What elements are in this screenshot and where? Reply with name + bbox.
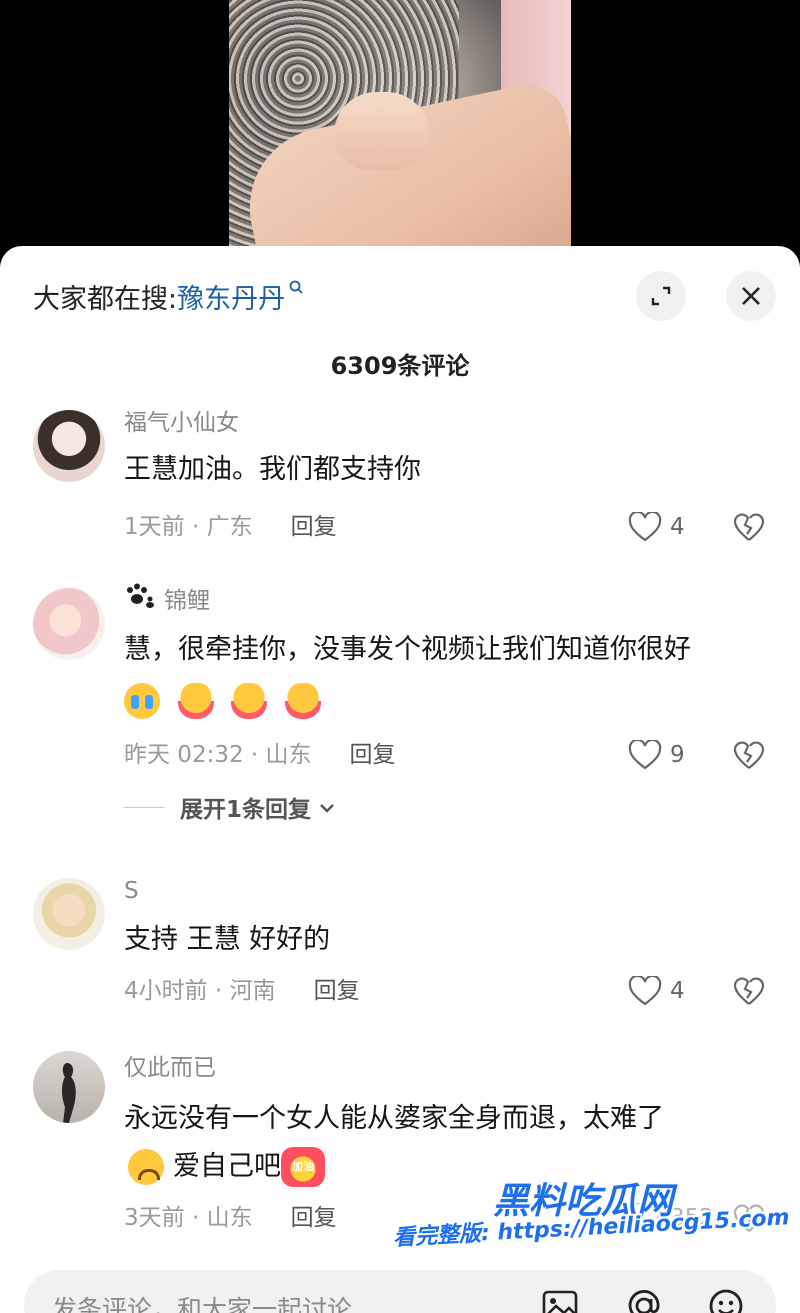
- broken-heart-icon: [733, 977, 765, 1005]
- broken-heart-icon: [733, 513, 765, 541]
- like-button[interactable]: 4: [628, 510, 685, 544]
- comment-input-bar[interactable]: 发条评论，和大家一起讨论: [24, 1270, 776, 1313]
- avatar[interactable]: [33, 1051, 105, 1123]
- chevron-down-icon: [319, 794, 335, 820]
- avatar[interactable]: [33, 410, 105, 482]
- comment-text-line2: 爱自己吧: [173, 1151, 281, 1182]
- hug-emoji-icon: [177, 682, 214, 719]
- comment-time-location: 4小时前 · 河南: [124, 978, 276, 1004]
- hug-emoji-icon: [231, 682, 268, 719]
- image-icon[interactable]: [540, 1286, 580, 1313]
- comment-username[interactable]: 锦鲤: [164, 584, 210, 618]
- comment-text: 慧，很牵挂你，没事发个视频让我们知道你很好: [124, 634, 691, 665]
- emoji-icon[interactable]: [706, 1286, 746, 1313]
- dislike-button[interactable]: [733, 510, 765, 544]
- comment-time-location: 1天前 · 广东: [124, 514, 253, 540]
- comment-item: S 支持 王慧 好好的 4小时前 · 河南 回复 4: [0, 874, 800, 1024]
- comment-meta: 昨天 02:32 · 山东 回复: [124, 738, 396, 772]
- comment-text: 支持 王慧 好好的: [124, 924, 331, 955]
- comment-text: 永远没有一个女人能从婆家全身而退，太难了: [124, 1103, 664, 1134]
- search-prefix: 大家都在搜:: [33, 283, 178, 315]
- like-count: 9: [670, 742, 685, 768]
- video-frame: [229, 0, 571, 262]
- avatar[interactable]: [33, 878, 105, 950]
- divider: [124, 806, 164, 808]
- comment-time-location: 3天前 · 山东: [124, 1205, 253, 1231]
- silhouette: [62, 1063, 76, 1123]
- comment-text: 王慧加油。我们都支持你: [124, 454, 421, 485]
- heart-icon: [628, 976, 662, 1006]
- comment-meta: 3天前 · 山东 回复: [124, 1201, 337, 1235]
- search-term[interactable]: 豫东丹丹: [177, 277, 285, 316]
- video-baby-hand: [334, 92, 429, 170]
- comment-meta: 1天前 · 广东 回复: [124, 510, 337, 544]
- comment-meta: 4小时前 · 河南 回复: [124, 974, 360, 1008]
- heart-icon: [628, 740, 662, 770]
- crying-emoji-icon: [124, 682, 160, 719]
- search-icon: [289, 278, 303, 299]
- dislike-button[interactable]: [733, 974, 765, 1008]
- jiayou-sticker-icon: 加油: [281, 1147, 325, 1187]
- comment-item: 锦鲤 慧，很牵挂你，没事发个视频让我们知道你很好 昨天 02:32 · 山东 回…: [0, 583, 800, 834]
- reply-button[interactable]: 回复: [350, 738, 396, 772]
- comment-input[interactable]: 发条评论，和大家一起讨论: [52, 1290, 352, 1313]
- fullscreen-button[interactable]: [636, 271, 686, 321]
- expand-replies-label: 展开1条回复: [180, 797, 312, 823]
- reply-button[interactable]: 回复: [291, 1201, 337, 1235]
- expand-icon: [651, 286, 671, 306]
- reply-button[interactable]: 回复: [291, 510, 337, 544]
- close-icon: [742, 287, 760, 305]
- comment-sheet: 大家都在搜: 豫东丹丹 6309条评论 福气小仙女 王慧加油。我们都支持你 1天…: [0, 246, 800, 1313]
- broken-heart-icon: [733, 741, 765, 769]
- comment-count: 6309条评论: [330, 352, 470, 380]
- comment-time-location: 昨天 02:32 · 山东: [124, 742, 312, 768]
- sad-emoji-icon: [128, 1149, 164, 1185]
- heart-icon: [628, 512, 662, 542]
- avatar[interactable]: [33, 588, 105, 660]
- reply-button[interactable]: 回复: [314, 974, 360, 1008]
- comment-emoji-row: [124, 678, 770, 722]
- like-button[interactable]: 9: [628, 738, 685, 772]
- paw-icon: [124, 583, 156, 620]
- like-count: 4: [670, 978, 685, 1004]
- dislike-button[interactable]: [733, 738, 765, 772]
- close-button[interactable]: [726, 271, 776, 321]
- comment-username[interactable]: 仅此而已: [124, 1051, 770, 1085]
- comment-item: 福气小仙女 王慧加油。我们都支持你 1天前 · 广东 回复 4: [0, 406, 800, 556]
- mention-icon[interactable]: [624, 1286, 664, 1313]
- like-count: 4: [670, 514, 685, 540]
- comment-username[interactable]: 福气小仙女: [124, 406, 770, 440]
- hug-emoji-icon: [284, 682, 321, 719]
- like-button[interactable]: 4: [628, 974, 685, 1008]
- video-player[interactable]: [0, 0, 800, 262]
- expand-replies-button[interactable]: 展开1条回复: [124, 790, 335, 824]
- search-suggestion[interactable]: 大家都在搜: 豫东丹丹: [33, 276, 303, 316]
- comment-username[interactable]: S: [124, 874, 770, 908]
